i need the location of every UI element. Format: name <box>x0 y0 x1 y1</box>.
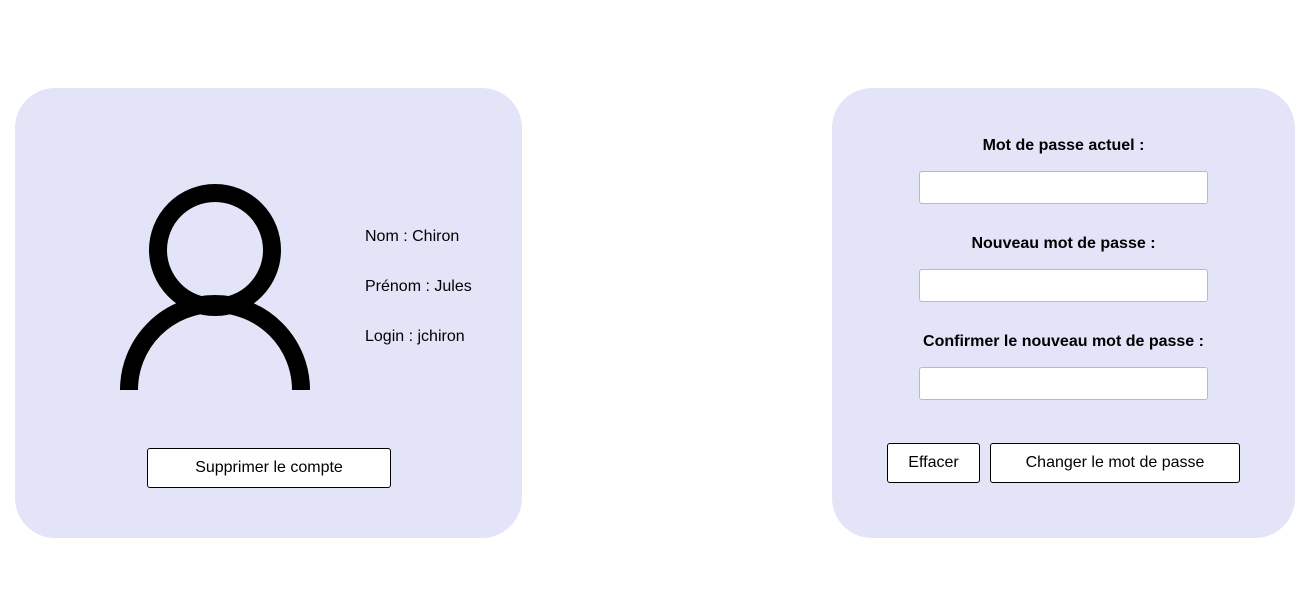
profile-card: Nom : Chiron Prénom : Jules Login : jchi… <box>15 88 522 538</box>
confirm-password-label: Confirmer le nouveau mot de passe : <box>923 333 1204 350</box>
new-password-input[interactable] <box>919 269 1208 302</box>
user-icon <box>120 184 310 391</box>
delete-account-button[interactable]: Supprimer le compte <box>147 448 391 488</box>
user-last-name: Nom : Chiron <box>365 228 460 245</box>
change-password-button[interactable]: Changer le mot de passe <box>990 443 1240 483</box>
current-password-input[interactable] <box>919 171 1208 204</box>
clear-button[interactable]: Effacer <box>887 443 980 483</box>
user-login: Login : jchiron <box>365 328 465 345</box>
current-password-label: Mot de passe actuel : <box>982 137 1145 154</box>
password-card: Mot de passe actuel : Nouveau mot de pas… <box>832 88 1295 538</box>
new-password-label: Nouveau mot de passe : <box>971 235 1156 252</box>
confirm-password-input[interactable] <box>919 367 1208 400</box>
user-first-name: Prénom : Jules <box>365 278 472 295</box>
